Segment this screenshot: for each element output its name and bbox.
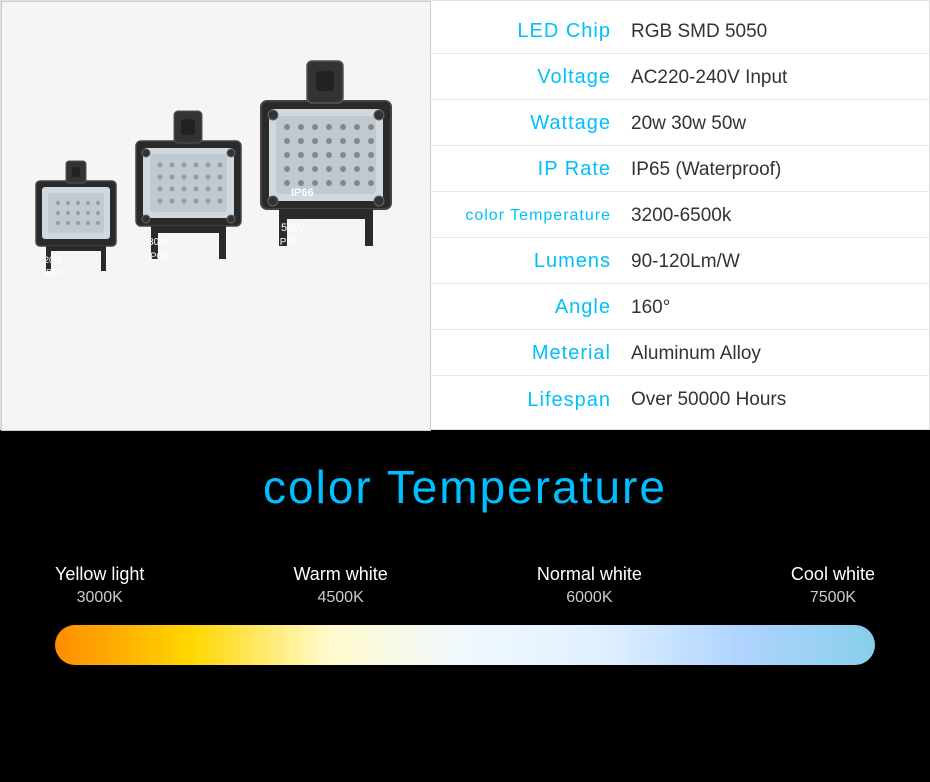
temp-label-yellow: Yellow light 3000K — [55, 564, 144, 607]
flood-lights-svg: 20W IP66 — [26, 51, 406, 381]
spec-label-lumens: Lumens — [431, 250, 631, 273]
spec-value-lumens: 90-120Lm/W — [631, 251, 929, 273]
temp-value-warm: 4500K — [317, 589, 363, 607]
temp-value-yellow: 3000K — [77, 589, 123, 607]
spec-value-lifespan: Over 50000 Hours — [631, 389, 929, 411]
flood-lights-image: 20W IP66 — [21, 31, 411, 401]
color-temperature-gradient-bar — [55, 625, 875, 665]
spec-row-voltage: Voltage AC220-240V Input — [431, 56, 929, 100]
temperature-bar-section: Yellow light 3000K Warm white 4500K Norm… — [55, 564, 875, 665]
svg-text:IP66: IP66 — [291, 187, 314, 199]
temp-value-cool: 7500K — [810, 589, 856, 607]
temp-name-cool: Cool white — [791, 564, 875, 585]
temp-value-normal: 6000K — [566, 589, 612, 607]
spec-row-led-chip: LED Chip RGB SMD 5050 — [431, 10, 929, 54]
spec-value-ip-rate: IP65 (Waterproof) — [631, 159, 929, 181]
svg-text:30W: 30W — [148, 237, 169, 248]
spec-row-angle: Angle 160° — [431, 286, 929, 330]
temp-label-normal: Normal white 6000K — [537, 564, 642, 607]
spec-label-voltage: Voltage — [431, 66, 631, 89]
spec-row-meterial: Meterial Aluminum Alloy — [431, 332, 929, 376]
spec-value-voltage: AC220-240V Input — [631, 67, 929, 89]
spec-label-led-chip: LED Chip — [431, 20, 631, 43]
temp-name-normal: Normal white — [537, 564, 642, 585]
spec-label-meterial: Meterial — [431, 342, 631, 365]
spec-value-wattage: 20w 30w 50w — [631, 113, 929, 135]
bottom-section: color Temperature Yellow light 3000K War… — [0, 430, 930, 782]
svg-text:IP66: IP66 — [148, 251, 167, 261]
spec-row-wattage: Wattage 20w 30w 50w — [431, 102, 929, 146]
top-section: 20W IP66 — [0, 0, 930, 430]
color-temperature-title: color Temperature — [263, 460, 667, 514]
temp-label-cool: Cool white 7500K — [791, 564, 875, 607]
spec-row-lumens: Lumens 90-120Lm/W — [431, 240, 929, 284]
spec-value-color-temp: 3200-6500k — [631, 205, 929, 227]
spec-value-meterial: Aluminum Alloy — [631, 343, 929, 365]
product-image-panel: 20W IP66 — [1, 1, 431, 431]
spec-value-led-chip: RGB SMD 5050 — [631, 21, 929, 43]
spec-row-color-temp: color Temperature 3200-6500k — [431, 194, 929, 238]
temp-name-yellow: Yellow light — [55, 564, 144, 585]
spec-label-color-temp: color Temperature — [431, 207, 631, 225]
spec-row-lifespan: Lifespan Over 50000 Hours — [431, 378, 929, 422]
spec-label-ip-rate: IP Rate — [431, 158, 631, 181]
svg-text:IP66: IP66 — [44, 268, 61, 277]
temp-labels: Yellow light 3000K Warm white 4500K Norm… — [55, 564, 875, 607]
svg-text:50W: 50W — [281, 222, 304, 234]
temp-name-warm: Warm white — [293, 564, 387, 585]
svg-text:20W: 20W — [44, 255, 63, 265]
spec-row-ip-rate: IP Rate IP65 (Waterproof) — [431, 148, 929, 192]
spec-label-angle: Angle — [431, 296, 631, 319]
specs-panel: LED Chip RGB SMD 5050 Voltage AC220-240V… — [431, 1, 929, 431]
temp-label-warm: Warm white 4500K — [293, 564, 387, 607]
spec-label-lifespan: Lifespan — [431, 389, 631, 412]
spec-label-wattage: Wattage — [431, 112, 631, 135]
svg-text:IP66: IP66 — [277, 237, 298, 248]
spec-value-angle: 160° — [631, 297, 929, 319]
